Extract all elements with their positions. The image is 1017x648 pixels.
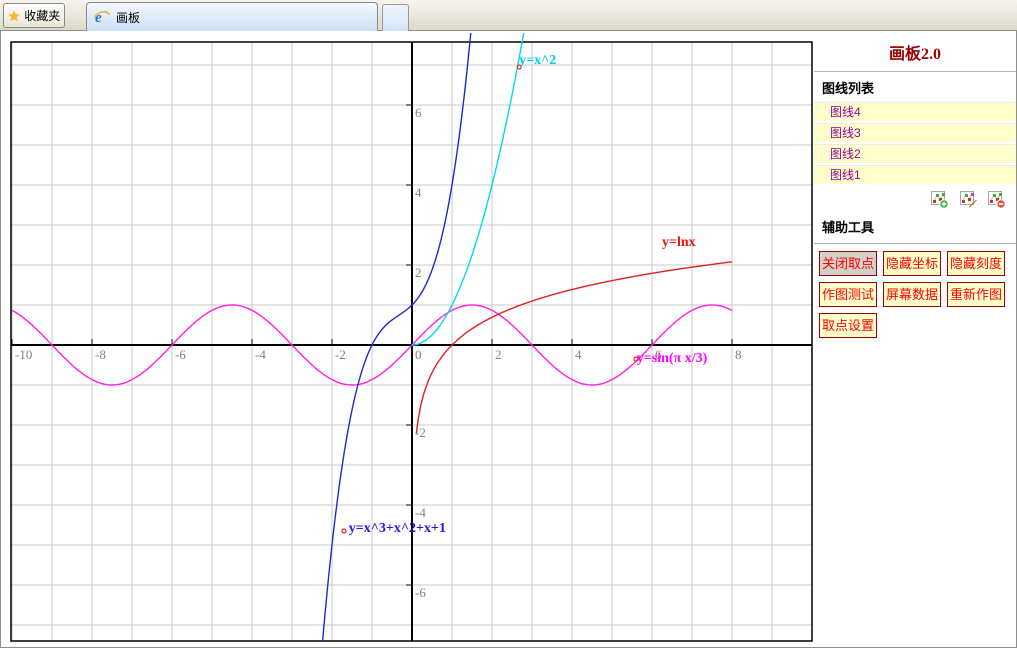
plot-test-button[interactable]: 作图测试 <box>819 282 877 307</box>
browser-tab-bar: ★ 收藏夹 e 画板 <box>0 0 1017 31</box>
curve-list-item-4[interactable]: 图线4 <box>814 102 1016 121</box>
add-curve-icon[interactable] <box>931 191 949 209</box>
close-picking-button[interactable]: 关闭取点 <box>819 251 877 276</box>
y-tick-label: -4 <box>415 505 426 520</box>
ie-logo-icon: e <box>94 9 110 25</box>
curve-list-item-1[interactable]: 图线1 <box>814 165 1016 184</box>
x-tick-label: -8 <box>95 347 106 362</box>
replot-button[interactable]: 重新作图 <box>947 282 1005 307</box>
hide-ticks-button[interactable]: 隐藏刻度 <box>947 251 1005 276</box>
x-tick-label: 0 <box>415 347 422 362</box>
curve-list-item-2[interactable]: 图线2 <box>814 144 1016 163</box>
curve-label-marker-3 <box>342 529 346 533</box>
y-tick-label: -6 <box>415 585 426 600</box>
curve-label-2: y=lnx <box>662 235 696 250</box>
x-tick-label: -2 <box>335 347 346 362</box>
new-tab-button[interactable] <box>382 4 409 31</box>
page-content: -10-8-6-4-202468642-2-4-6y=sin(π x/3)y=l… <box>0 31 1017 648</box>
curve-list-item-3[interactable]: 图线3 <box>814 123 1016 142</box>
hide-axes-button[interactable]: 隐藏坐标 <box>883 251 941 276</box>
x-tick-label: 2 <box>495 347 502 362</box>
favorites-label: 收藏夹 <box>24 7 60 24</box>
x-tick-label: -4 <box>255 347 266 362</box>
picking-settings-button[interactable]: 取点设置 <box>819 313 877 338</box>
curve-label-1: y=sin(π x/3) <box>637 351 708 366</box>
plot-canvas[interactable]: -10-8-6-4-202468642-2-4-6y=sin(π x/3)y=l… <box>1 31 814 647</box>
screen-data-button[interactable]: 屏幕数据 <box>883 282 941 307</box>
edit-curve-icon[interactable] <box>960 191 978 209</box>
tool-buttons: 关闭取点 隐藏坐标 隐藏刻度 作图测试 屏幕数据 重新作图 取点设置 <box>814 244 1016 344</box>
x-tick-label: 8 <box>735 347 742 362</box>
curve-list-header: 图线列表 <box>814 72 1016 102</box>
app-title: 画板2.0 <box>814 40 1016 64</box>
tools-header: 辅助工具 <box>814 211 1016 241</box>
curve-label-4: y=x^2 <box>519 53 556 68</box>
curve-actions <box>814 186 1016 211</box>
x-tick-label: -6 <box>175 347 186 362</box>
tab-huaban[interactable]: e 画板 <box>86 2 378 31</box>
tab-title: 画板 <box>116 9 140 26</box>
curve-4 <box>412 31 530 345</box>
x-tick-label: -10 <box>15 347 32 362</box>
y-tick-label: 4 <box>415 185 422 200</box>
x-tick-label: 4 <box>575 347 582 362</box>
side-panel: 画板2.0 图线列表 图线4 图线3 图线2 图线1 <box>814 31 1016 647</box>
favorites-star-icon: ★ <box>8 9 21 23</box>
y-tick-label: 6 <box>415 105 422 120</box>
y-tick-label: 2 <box>415 265 422 280</box>
delete-curve-icon[interactable] <box>988 191 1006 209</box>
favorites-button[interactable]: ★ 收藏夹 <box>3 3 65 28</box>
curve-label-3: y=x^3+x^2+x+1 <box>349 521 446 536</box>
